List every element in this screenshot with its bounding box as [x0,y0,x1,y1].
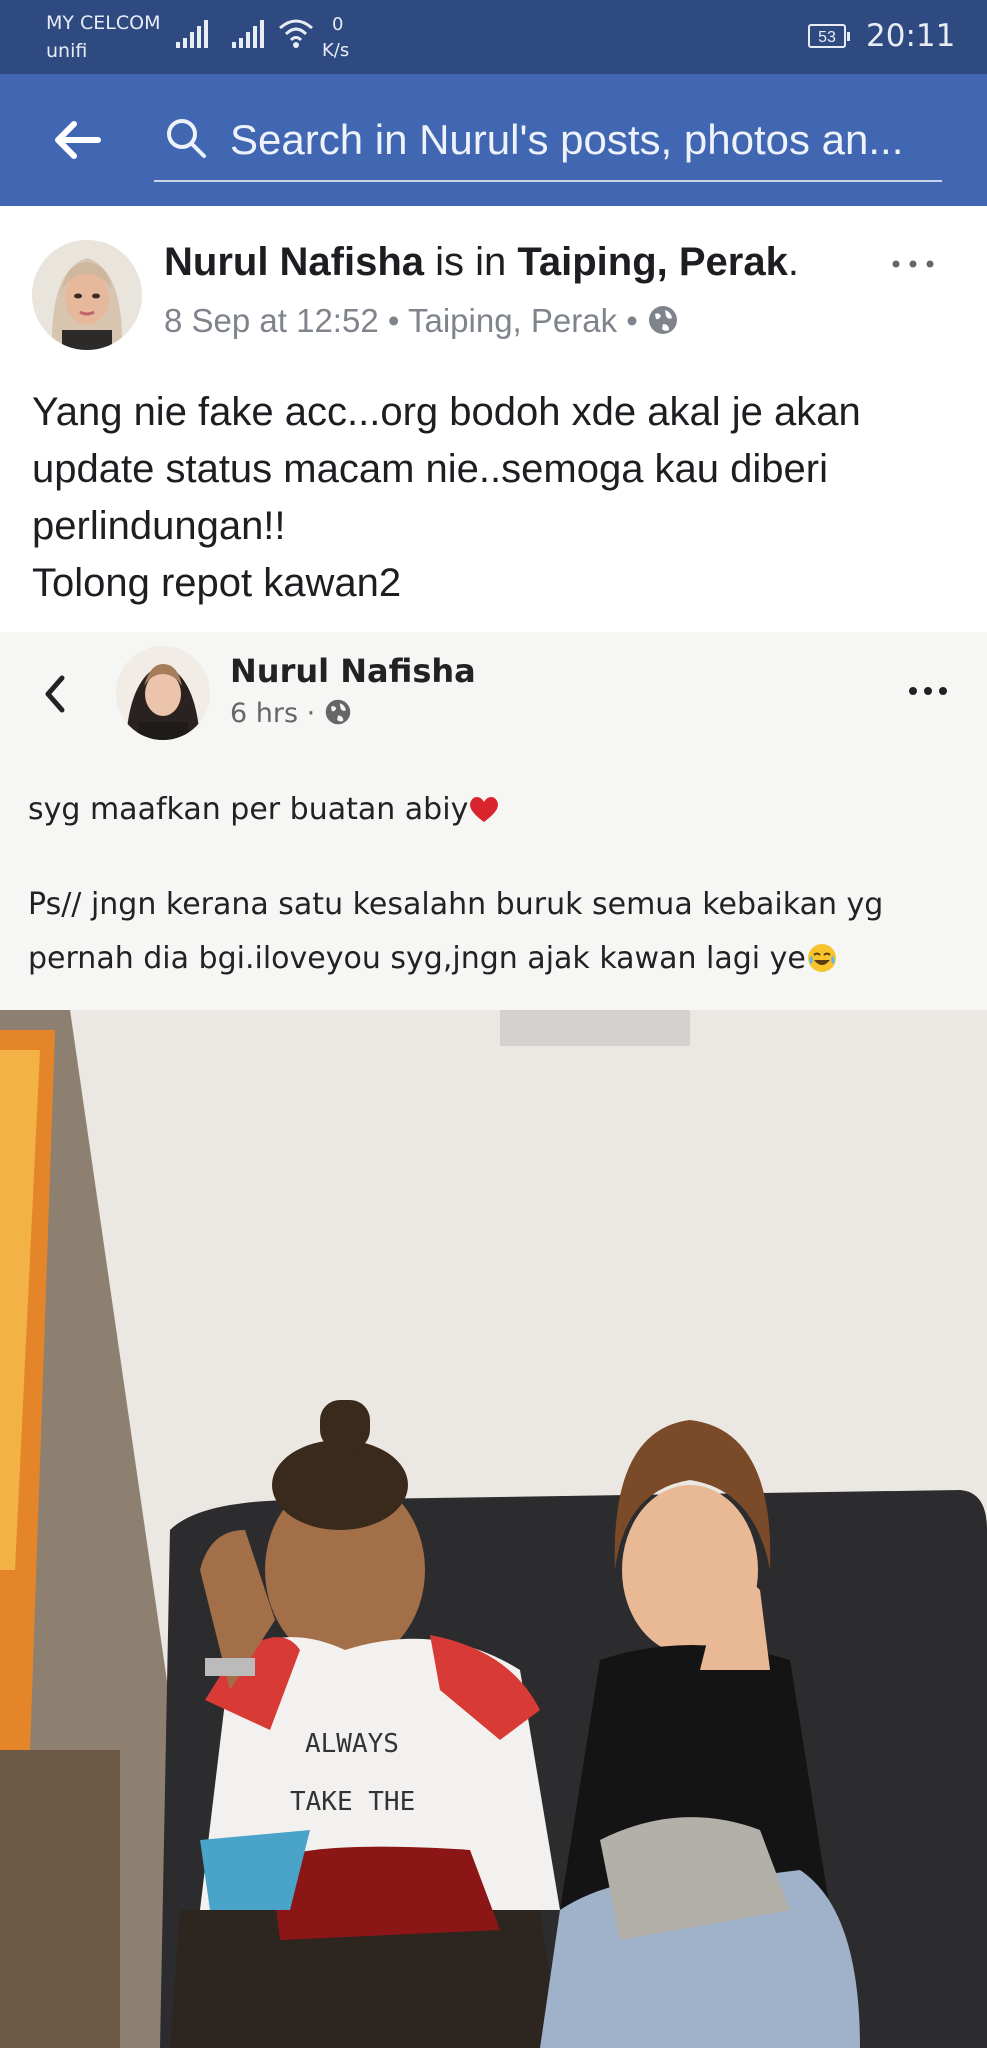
post-date[interactable]: 8 Sep at 12:52 [164,302,379,339]
search-placeholder: Search in Nurul's posts, photos an... [230,116,904,163]
search-icon [167,119,206,158]
shirt-text-2: TAKE THE [290,1787,415,1817]
shared-author-name: Nurul Nafisha [230,652,476,690]
meta-separator-2: • [617,302,647,339]
post-text-line: Yang nie fake acc...org bodoh xde akal j… [32,390,861,434]
battery-icon: 53 [808,24,850,48]
signal-icon [176,20,208,48]
shared-post-line-1-text: syg maafkan per buatan abiy [28,792,469,827]
post-text-line: perlindungan!! [32,504,286,548]
shirt-text-1: ALWAYS [305,1729,399,1759]
wifi-network-name: unifi [46,40,88,62]
photo-image: ALWAYS TAKE THE [0,1010,987,2048]
shared-post-line-2-text: Ps// jngn kerana satu kesalahn buruk sem… [28,887,884,976]
shared-post-time-text: 6 hrs · [230,698,324,729]
shared-post-line-1: syg maafkan per buatan abiy [28,792,500,827]
more-options-icon[interactable] [890,258,936,270]
meta-separator: • [378,302,408,339]
red-heart-icon [470,796,499,822]
shared-post-line-2: Ps// jngn kerana satu kesalahn buruk sem… [28,878,968,986]
post-text: Yang nie fake acc...org bodoh xde akal j… [32,384,962,612]
search-input[interactable]: Search in Nurul's posts, photos an... [154,100,942,182]
network-speed-unit: K/s [322,40,350,61]
back-arrow-icon[interactable] [52,120,102,160]
shared-screenshot-image[interactable]: Nurul Nafisha 6 hrs · syg maafkan per bu… [0,632,987,2048]
shared-author-avatar [116,646,210,740]
carrier-name: MY CELCOM [46,12,161,34]
shared-post-time: 6 hrs · [230,698,352,729]
status-bar: MY CELCOM unifi 0 K/s 53 20:11 [0,0,987,74]
avatar-image [32,240,142,350]
author-avatar[interactable] [32,240,142,350]
search-header: Search in Nurul's posts, photos an... [0,74,987,206]
post-text-line: update status macam nie..semoga kau dibe… [32,447,828,491]
clock: 20:11 [866,18,956,54]
post-meta: 8 Sep at 12:52 • Taiping, Perak • [164,302,679,340]
avatar-image [116,646,210,740]
post-location-link[interactable]: Taiping, Perak [517,240,787,284]
post-location[interactable]: Taiping, Perak [408,302,617,339]
post-is-in: is in [424,240,518,284]
globe-icon [325,699,351,725]
network-speed-value: 0 [332,14,344,35]
wifi-icon [279,19,313,48]
globe-icon [649,306,677,334]
post-author-name[interactable]: Nurul Nafisha [164,240,424,284]
post-title-period: . [787,240,799,284]
post-title: Nurul Nafisha is in Taiping, Perak. [164,240,799,285]
crying-laughing-icon [807,944,836,972]
more-options-icon [909,687,947,695]
chevron-left-icon [45,675,65,713]
signal-icon-2 [232,20,264,48]
post-text-line: Tolong repot kawan2 [32,561,402,605]
